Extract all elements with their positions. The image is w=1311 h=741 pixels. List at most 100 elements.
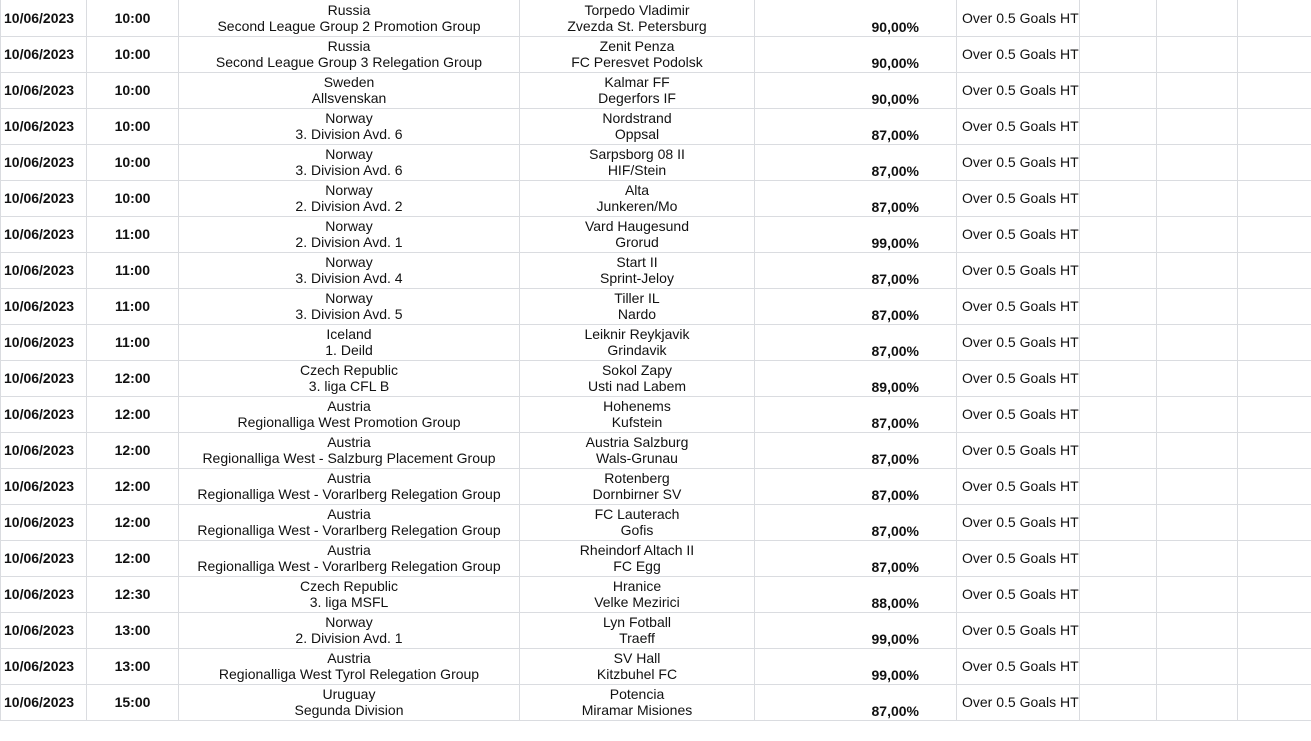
league-cell[interactable]: Norway 3. Division Avd. 4 — [178, 251, 520, 289]
empty-cell[interactable] — [1079, 107, 1157, 145]
empty-cell[interactable] — [1237, 647, 1311, 685]
empty-cell[interactable] — [1237, 575, 1311, 613]
empty-cell[interactable] — [1237, 611, 1311, 649]
probability-cell[interactable]: 87,00% — [754, 431, 957, 469]
empty-cell[interactable] — [1156, 107, 1238, 145]
probability-cell[interactable]: 87,00% — [754, 467, 957, 505]
empty-cell[interactable] — [1237, 35, 1311, 73]
market-cell[interactable]: Over 0.5 Goals HT — [956, 467, 1080, 505]
league-cell[interactable]: Austria Regionalliga West - Vorarlberg Re… — [178, 539, 520, 577]
probability-cell[interactable]: 87,00% — [754, 179, 957, 217]
league-cell[interactable]: Norway 3. Division Avd. 5 — [178, 287, 520, 325]
probability-cell[interactable]: 87,00% — [754, 395, 957, 433]
empty-cell[interactable] — [1156, 539, 1238, 577]
time-cell[interactable]: 10:00 — [86, 107, 179, 145]
probability-cell[interactable]: 88,00% — [754, 575, 957, 613]
probability-cell[interactable]: 87,00% — [754, 251, 957, 289]
empty-cell[interactable] — [1237, 107, 1311, 145]
empty-cell[interactable] — [1237, 215, 1311, 253]
date-cell[interactable]: 10/06/2023 — [0, 71, 87, 109]
empty-cell[interactable] — [1079, 179, 1157, 217]
probability-cell[interactable]: 87,00% — [754, 143, 957, 181]
market-cell[interactable]: Over 0.5 Goals HT — [956, 71, 1080, 109]
league-cell[interactable]: Czech Republic 3. liga CFL B — [178, 359, 520, 397]
date-cell[interactable]: 10/06/2023 — [0, 323, 87, 361]
probability-cell[interactable]: 99,00% — [754, 647, 957, 685]
empty-cell[interactable] — [1156, 143, 1238, 181]
time-cell[interactable]: 12:30 — [86, 575, 179, 613]
empty-cell[interactable] — [1237, 143, 1311, 181]
market-cell[interactable]: Over 0.5 Goals HT — [956, 431, 1080, 469]
market-cell[interactable]: Over 0.5 Goals HT — [956, 0, 1080, 37]
probability-cell[interactable]: 90,00% — [754, 35, 957, 73]
league-cell[interactable]: Russia Second League Group 2 Promotion Gr… — [178, 0, 520, 37]
market-cell[interactable]: Over 0.5 Goals HT — [956, 611, 1080, 649]
match-cell[interactable]: SV Hall Kitzbuhel FC — [519, 647, 755, 685]
date-cell[interactable]: 10/06/2023 — [0, 395, 87, 433]
league-cell[interactable]: Norway 2. Division Avd. 1 — [178, 215, 520, 253]
empty-cell[interactable] — [1079, 683, 1157, 721]
probability-cell[interactable]: 99,00% — [754, 215, 957, 253]
empty-cell[interactable] — [1156, 395, 1238, 433]
match-cell[interactable]: Tiller IL Nardo — [519, 287, 755, 325]
match-cell[interactable]: Rotenberg Dornbirner SV — [519, 467, 755, 505]
time-cell[interactable]: 10:00 — [86, 35, 179, 73]
empty-cell[interactable] — [1156, 467, 1238, 505]
league-cell[interactable]: Uruguay Segunda Division — [178, 683, 520, 721]
empty-cell[interactable] — [1079, 611, 1157, 649]
date-cell[interactable]: 10/06/2023 — [0, 251, 87, 289]
empty-cell[interactable] — [1079, 323, 1157, 361]
league-cell[interactable]: Austria Regionalliga West Promotion Group — [178, 395, 520, 433]
empty-cell[interactable] — [1156, 575, 1238, 613]
probability-cell[interactable]: 87,00% — [754, 107, 957, 145]
empty-cell[interactable] — [1237, 431, 1311, 469]
empty-cell[interactable] — [1079, 0, 1157, 37]
league-cell[interactable]: Norway 2. Division Avd. 2 — [178, 179, 520, 217]
time-cell[interactable]: 12:00 — [86, 431, 179, 469]
market-cell[interactable]: Over 0.5 Goals HT — [956, 323, 1080, 361]
empty-cell[interactable] — [1156, 287, 1238, 325]
probability-cell[interactable]: 87,00% — [754, 539, 957, 577]
empty-cell[interactable] — [1079, 395, 1157, 433]
match-cell[interactable]: Austria Salzburg Wals-Grunau — [519, 431, 755, 469]
empty-cell[interactable] — [1079, 431, 1157, 469]
time-cell[interactable]: 12:00 — [86, 467, 179, 505]
time-cell[interactable]: 12:00 — [86, 539, 179, 577]
date-cell[interactable]: 10/06/2023 — [0, 143, 87, 181]
market-cell[interactable]: Over 0.5 Goals HT — [956, 179, 1080, 217]
match-cell[interactable]: Nordstrand Oppsal — [519, 107, 755, 145]
market-cell[interactable]: Over 0.5 Goals HT — [956, 683, 1080, 721]
time-cell[interactable]: 10:00 — [86, 71, 179, 109]
probability-cell[interactable]: 99,00% — [754, 611, 957, 649]
probability-cell[interactable]: 90,00% — [754, 71, 957, 109]
empty-cell[interactable] — [1079, 251, 1157, 289]
empty-cell[interactable] — [1156, 611, 1238, 649]
empty-cell[interactable] — [1079, 539, 1157, 577]
empty-cell[interactable] — [1156, 71, 1238, 109]
probability-cell[interactable]: 87,00% — [754, 503, 957, 541]
market-cell[interactable]: Over 0.5 Goals HT — [956, 143, 1080, 181]
empty-cell[interactable] — [1156, 215, 1238, 253]
market-cell[interactable]: Over 0.5 Goals HT — [956, 251, 1080, 289]
market-cell[interactable]: Over 0.5 Goals HT — [956, 35, 1080, 73]
market-cell[interactable]: Over 0.5 Goals HT — [956, 575, 1080, 613]
empty-cell[interactable] — [1079, 287, 1157, 325]
empty-cell[interactable] — [1079, 647, 1157, 685]
match-cell[interactable]: Rheindorf Altach II FC Egg — [519, 539, 755, 577]
empty-cell[interactable] — [1237, 395, 1311, 433]
probability-cell[interactable]: 87,00% — [754, 323, 957, 361]
empty-cell[interactable] — [1237, 71, 1311, 109]
market-cell[interactable]: Over 0.5 Goals HT — [956, 503, 1080, 541]
date-cell[interactable]: 10/06/2023 — [0, 503, 87, 541]
empty-cell[interactable] — [1079, 71, 1157, 109]
empty-cell[interactable] — [1156, 323, 1238, 361]
empty-cell[interactable] — [1156, 683, 1238, 721]
time-cell[interactable]: 12:00 — [86, 395, 179, 433]
empty-cell[interactable] — [1079, 467, 1157, 505]
league-cell[interactable]: Czech Republic 3. liga MSFL — [178, 575, 520, 613]
empty-cell[interactable] — [1237, 359, 1311, 397]
match-cell[interactable]: FC Lauterach Gofis — [519, 503, 755, 541]
empty-cell[interactable] — [1237, 503, 1311, 541]
date-cell[interactable]: 10/06/2023 — [0, 467, 87, 505]
time-cell[interactable]: 13:00 — [86, 647, 179, 685]
